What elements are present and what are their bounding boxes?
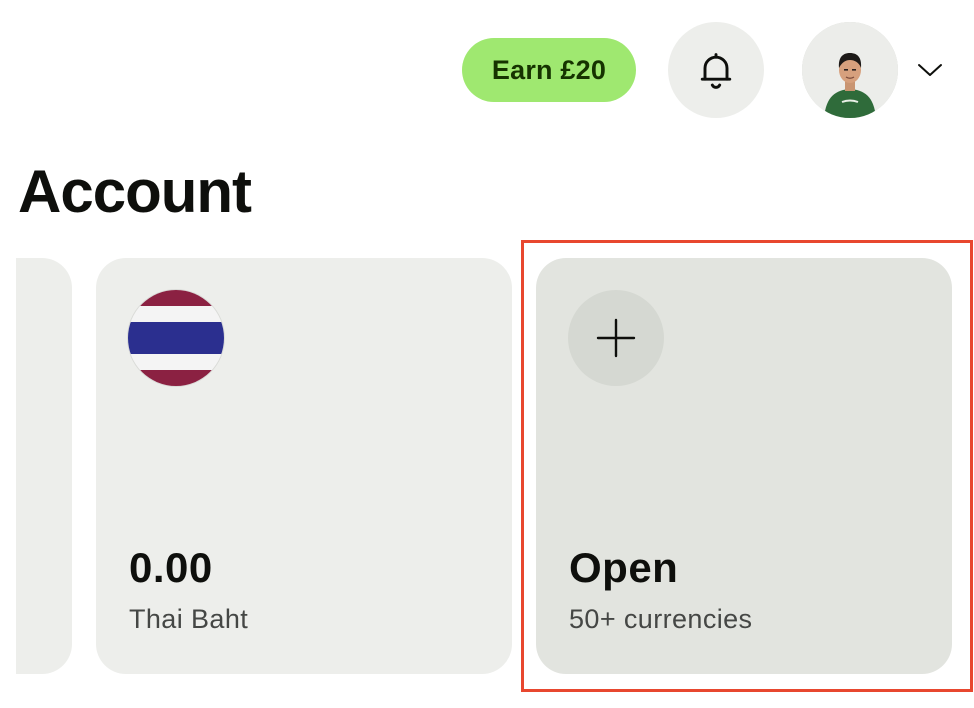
bell-icon: [700, 53, 732, 89]
account-currency-name: Thai Baht: [129, 604, 249, 634]
open-account-card[interactable]: Open 50+ currencies: [536, 258, 952, 674]
page-title: Account: [18, 158, 252, 225]
account-card-thai-baht[interactable]: 0.00 Thai Baht: [96, 258, 512, 674]
user-avatar-icon: [802, 22, 898, 118]
account-menu-toggle[interactable]: [912, 56, 948, 84]
earn-referral-button[interactable]: Earn £20: [462, 38, 636, 102]
thailand-flag-icon: [128, 290, 224, 386]
avatar[interactable]: [802, 22, 898, 118]
plus-icon: [568, 290, 664, 386]
notifications-button[interactable]: [668, 22, 764, 118]
account-balance: 0.00: [129, 544, 213, 591]
open-account-title: Open: [569, 544, 679, 591]
chevron-down-icon: [918, 64, 942, 76]
open-account-subtitle: 50+ currencies: [569, 604, 753, 634]
